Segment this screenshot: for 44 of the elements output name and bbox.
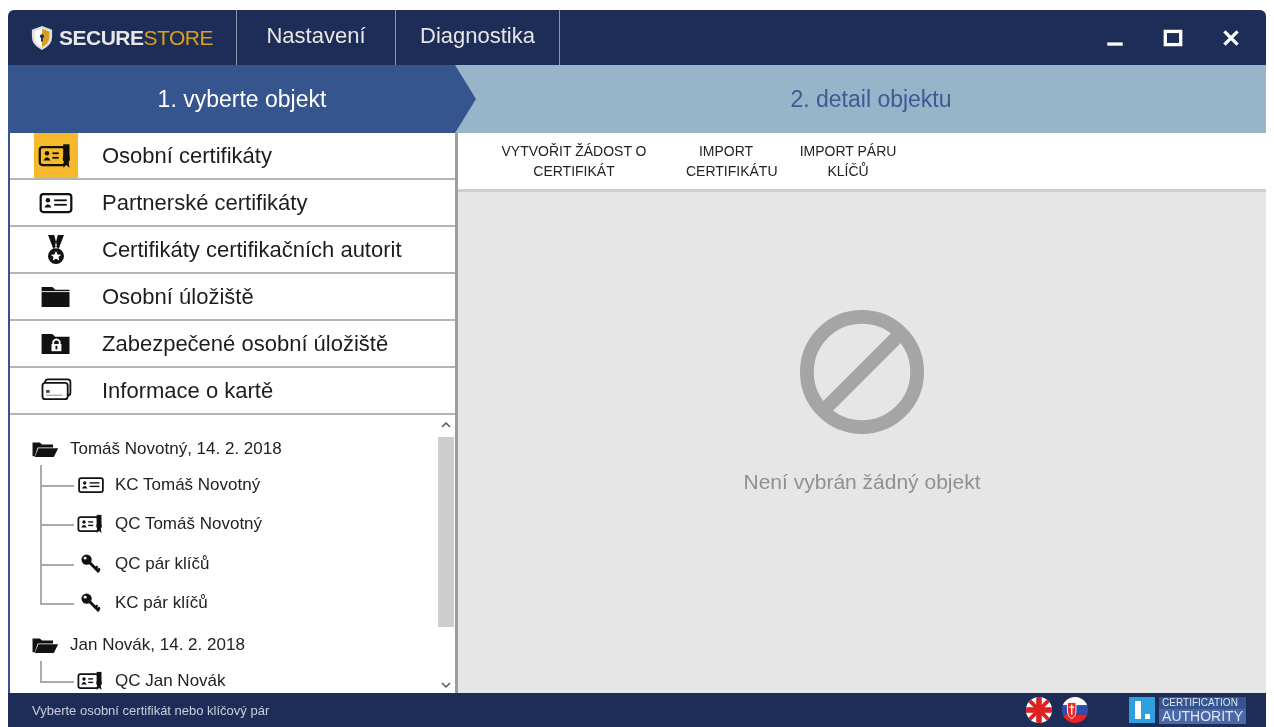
category-item[interactable]: Zabezpečené osobní úložiště (10, 321, 455, 368)
category-item[interactable]: Osobní certifikáty (10, 133, 455, 180)
ca-logo-icon (1129, 697, 1156, 723)
uk-flag-icon[interactable] (1025, 696, 1054, 724)
tree-item-label: QC Jan Novák (115, 670, 226, 691)
tree-item[interactable]: KC pár klíčů (40, 583, 437, 623)
tree-item[interactable]: QC Jan Novák (40, 661, 437, 693)
category-label: Partnerské certifikáty (102, 189, 308, 216)
shield-icon (31, 24, 53, 51)
category-item[interactable]: Informace o kartě (10, 368, 455, 415)
ca-logo-text: AUTHORITY (1159, 708, 1246, 724)
category-label: Osobní úložiště (102, 283, 254, 310)
tree-item-label: KC pár klíčů (115, 593, 208, 614)
ca-logo-text: CERTIFICATION (1161, 696, 1239, 709)
category-label: Certifikáty certifikačních autorit (102, 236, 402, 263)
toolbar-button[interactable]: IMPORT PÁRU KLÍČŮ (782, 141, 914, 181)
tree-item-label: QC pár klíčů (115, 553, 210, 574)
scroll-up-icon[interactable] (441, 421, 451, 429)
sk-flag-icon[interactable] (1061, 696, 1090, 724)
scroll-thumb[interactable] (438, 437, 454, 627)
category-label: Osobní certifikáty (102, 142, 272, 169)
tree-item[interactable]: QC pár klíčů (40, 544, 437, 584)
tree-item-label: KC Tomáš Novotný (115, 474, 261, 495)
empty-message: Není vybrán žádný objekt (743, 470, 981, 494)
category-item[interactable]: Certifikáty certifikačních autorit (10, 227, 455, 274)
toolbar-button[interactable]: VYTVOŘIT ŽÁDOST O CERTIFIKÁT (478, 141, 670, 181)
category-label: Informace o kartě (102, 377, 274, 404)
tree-item[interactable]: QC Tomáš Novotný (40, 504, 437, 544)
tree-item[interactable]: KC Tomáš Novotný (40, 465, 437, 505)
category-item[interactable]: Partnerské certifikáty (10, 180, 455, 227)
category-item[interactable]: Osobní úložiště (10, 274, 455, 321)
tree-node[interactable]: Jan Novák, 14. 2. 2018 (30, 629, 437, 661)
status-message: Vyberte osobní certifikát nebo klíčový pár (32, 702, 270, 718)
tree-item-label: QC Tomáš Novotný (115, 514, 263, 535)
scroll-down-icon[interactable] (441, 681, 451, 689)
tree-node-label: Tomáš Novotný, 14. 2. 2018 (70, 439, 282, 459)
prohibited-icon (798, 308, 926, 436)
app-logo-text: SECURESTORE (59, 25, 213, 50)
toolbar-button[interactable]: IMPORT CERTIFIKÁTU (670, 141, 782, 181)
tree-node[interactable]: Tomáš Novotný, 14. 2. 2018 (30, 433, 437, 465)
tree-node-label: Jan Novák, 14. 2. 2018 (70, 635, 245, 655)
certificate-icon (77, 669, 105, 692)
step-tab[interactable]: 1. vyberte objekt (8, 65, 476, 133)
category-label: Zabezpečené osobní úložiště (102, 330, 389, 357)
